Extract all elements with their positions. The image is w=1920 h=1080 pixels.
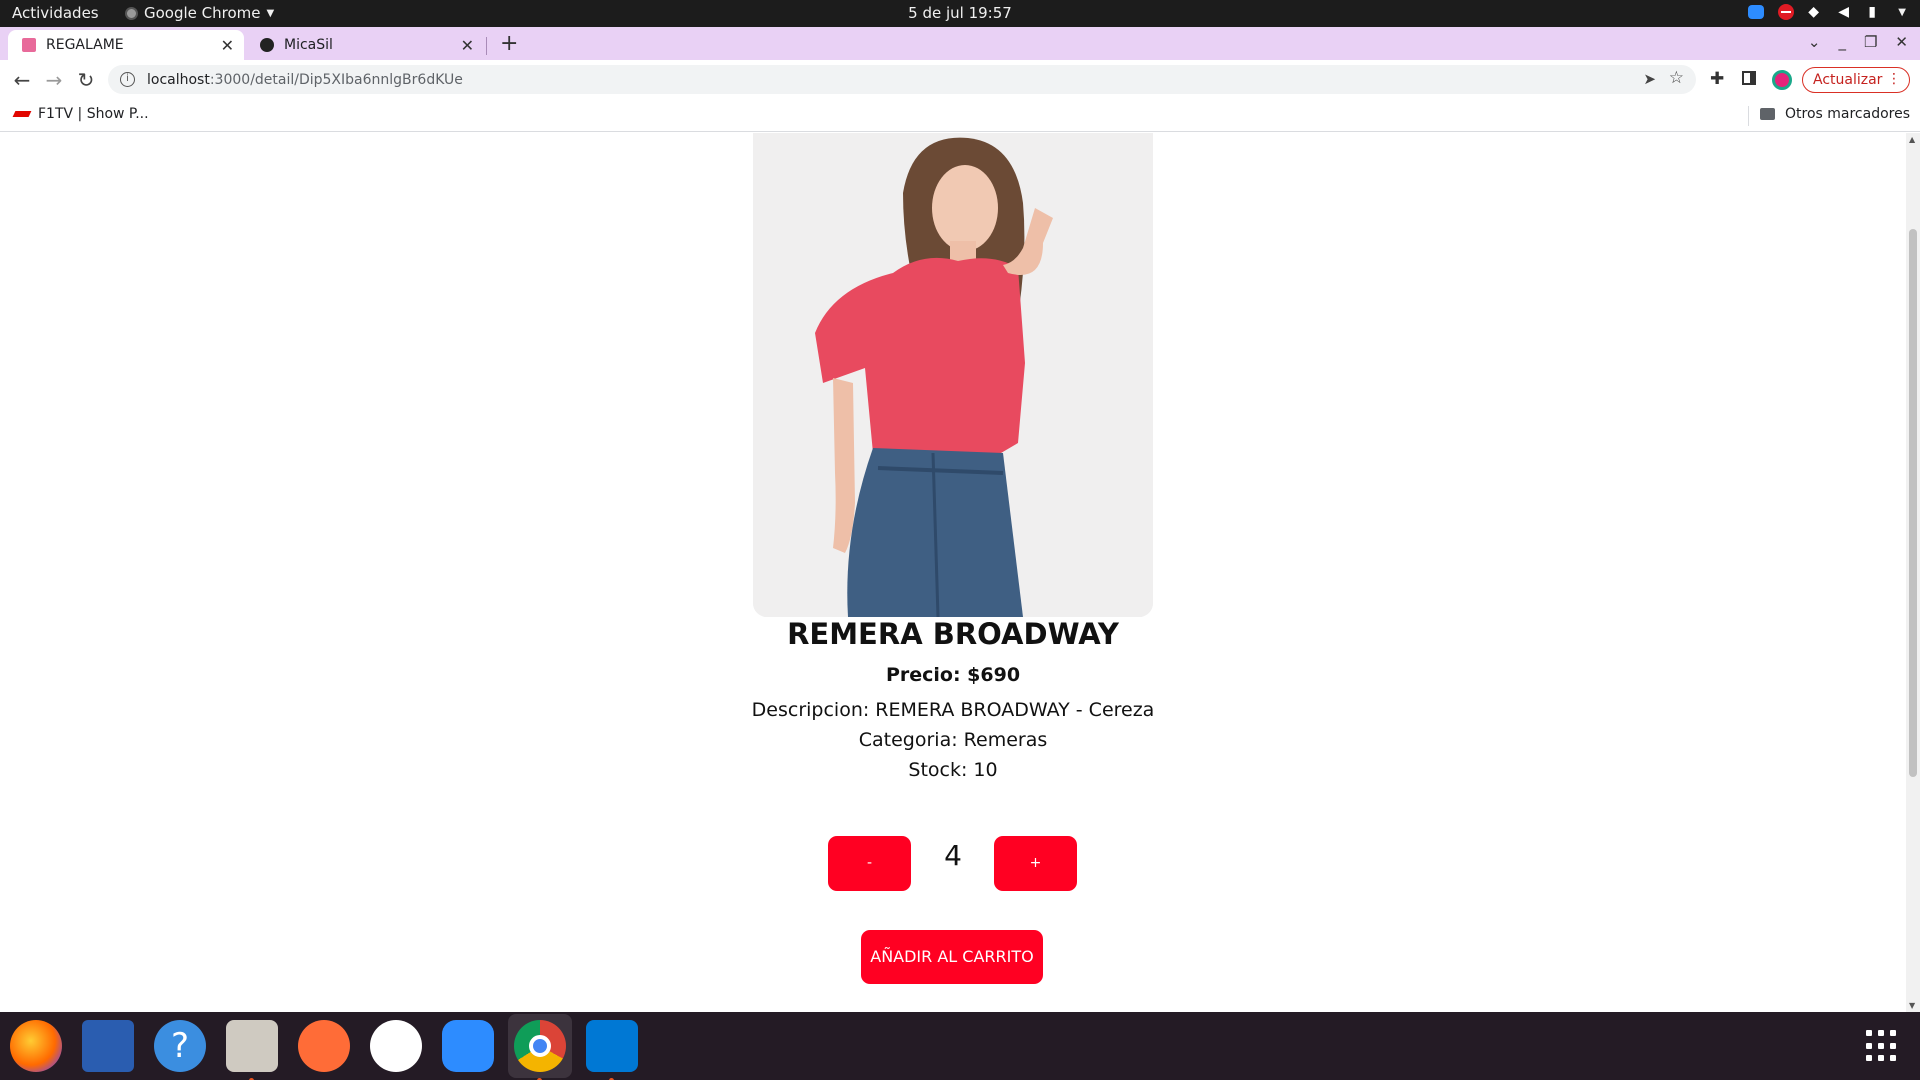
app-menu[interactable]: Google Chrome ▼ xyxy=(125,4,274,22)
chevron-down-icon: ▼ xyxy=(266,7,275,19)
tab-micasil[interactable]: MicaSil ✕ xyxy=(246,30,484,60)
restore-icon[interactable]: ❐ xyxy=(1864,33,1877,51)
chrome-small-icon xyxy=(125,6,138,20)
zoom-tray-icon[interactable] xyxy=(1748,5,1765,19)
update-button[interactable]: Actualizar ⋮ xyxy=(1802,67,1910,93)
system-top-bar: Actividades Google Chrome ▼ 5 de jul 19:… xyxy=(0,0,1920,27)
url-path: :3000/detail/Dip5XIba6nnlgBr6dKUe xyxy=(209,71,463,88)
other-bookmarks[interactable]: Otros marcadores xyxy=(1760,106,1910,122)
f1-logo-icon xyxy=(12,111,32,117)
tab-regalame[interactable]: REGALAME ✕ xyxy=(8,30,244,60)
address-bar[interactable]: i localhost :3000/detail/Dip5XIba6nnlgBr… xyxy=(108,65,1696,94)
zoom-icon[interactable] xyxy=(442,1020,494,1072)
libreoffice-writer-icon[interactable] xyxy=(82,1020,134,1072)
extensions-icon[interactable]: ✚ xyxy=(1710,69,1724,89)
dock: ? xyxy=(0,1012,1920,1080)
scroll-up-arrow-icon[interactable]: ▲ xyxy=(1909,135,1915,144)
battery-icon[interactable]: ▮ xyxy=(1868,4,1884,20)
help-icon[interactable]: ? xyxy=(154,1020,206,1072)
kebab-menu-icon[interactable]: ⋮ xyxy=(1887,71,1901,87)
forward-icon[interactable]: → xyxy=(42,68,66,92)
volume-icon[interactable]: ◀ xyxy=(1838,4,1854,20)
minimize-icon[interactable]: _ xyxy=(1838,33,1846,51)
postman-icon[interactable] xyxy=(298,1020,350,1072)
tab-title: MicaSil xyxy=(284,37,333,53)
scroll-down-arrow-icon[interactable]: ▼ xyxy=(1909,1001,1915,1010)
system-tray[interactable]: ◆ ◀ ▮ ▼ xyxy=(1748,4,1906,20)
chevron-down-icon[interactable]: ▼ xyxy=(1898,7,1906,18)
product-image xyxy=(753,133,1153,617)
close-icon[interactable]: ✕ xyxy=(221,36,234,55)
folder-icon xyxy=(1760,108,1775,120)
bookmark-separator xyxy=(1748,106,1749,126)
chrome-center xyxy=(529,1035,551,1057)
other-bookmarks-label: Otros marcadores xyxy=(1785,106,1911,122)
wifi-icon[interactable]: ◆ xyxy=(1808,4,1824,20)
page-viewport: REMERA BROADWAY Precio: $690 Descripcion… xyxy=(0,133,1920,1012)
tab-strip: REGALAME ✕ MicaSil ✕ xyxy=(0,27,1920,60)
files-icon[interactable] xyxy=(226,1020,278,1080)
url-host: localhost xyxy=(147,71,210,88)
bookmark-star-icon[interactable]: ☆ xyxy=(1669,68,1684,88)
close-window-icon[interactable]: ✕ xyxy=(1895,33,1908,51)
chrome-icon[interactable] xyxy=(514,1020,566,1080)
bookmark-f1tv[interactable]: F1TV | Show P... xyxy=(12,106,149,122)
side-panel-icon[interactable] xyxy=(1742,71,1756,85)
app-menu-label: Google Chrome xyxy=(144,4,261,22)
product-stock: Stock: 10 xyxy=(908,759,998,781)
new-tab-button[interactable]: + xyxy=(500,33,518,55)
do-not-disturb-icon[interactable] xyxy=(1778,4,1795,20)
site-info-icon[interactable]: i xyxy=(120,72,135,87)
close-icon[interactable]: ✕ xyxy=(461,36,474,55)
bookmark-label: F1TV | Show P... xyxy=(38,106,149,122)
decrease-quantity-button[interactable]: - xyxy=(828,836,911,891)
github-icon xyxy=(260,38,274,52)
scroll-thumb[interactable] xyxy=(1909,229,1917,777)
show-applications-icon[interactable] xyxy=(1866,1030,1898,1062)
add-to-cart-button[interactable]: AÑADIR AL CARRITO xyxy=(861,930,1043,984)
product-category: Categoria: Remeras xyxy=(858,729,1048,751)
profile-avatar[interactable] xyxy=(1772,70,1792,90)
send-icon[interactable]: ➤ xyxy=(1643,70,1656,88)
browser-toolbar: ← → ↻ i localhost :3000/detail/Dip5XIba6… xyxy=(0,60,1920,100)
product-photo xyxy=(753,133,1153,617)
firefox-icon[interactable] xyxy=(10,1020,62,1072)
quantity-value: 4 xyxy=(944,839,962,872)
update-label: Actualizar xyxy=(1813,72,1883,88)
tab-separator xyxy=(486,37,487,55)
reload-icon[interactable]: ↻ xyxy=(74,68,98,92)
back-icon[interactable]: ← xyxy=(10,68,34,92)
vscode-icon[interactable] xyxy=(586,1020,638,1080)
increase-quantity-button[interactable]: + xyxy=(994,836,1077,891)
bookmarks-bar: F1TV | Show P... Otros marcadores xyxy=(0,100,1920,132)
tab-title: REGALAME xyxy=(46,37,124,53)
slack-icon[interactable] xyxy=(370,1020,422,1072)
tab-search-icon[interactable]: ⌄ xyxy=(1808,33,1821,51)
clock[interactable]: 5 de jul 19:57 xyxy=(0,4,1920,22)
gift-icon xyxy=(22,38,36,52)
product-description: Descripcion: REMERA BROADWAY - Cereza xyxy=(751,699,1155,721)
page-scrollbar[interactable]: ▲ ▼ xyxy=(1906,133,1920,1012)
product-title: REMERA BROADWAY xyxy=(787,617,1119,651)
window-controls: ⌄ _ ❐ ✕ xyxy=(1808,33,1908,51)
product-price: Precio: $690 xyxy=(885,664,1021,686)
activities-button[interactable]: Actividades xyxy=(12,4,99,22)
